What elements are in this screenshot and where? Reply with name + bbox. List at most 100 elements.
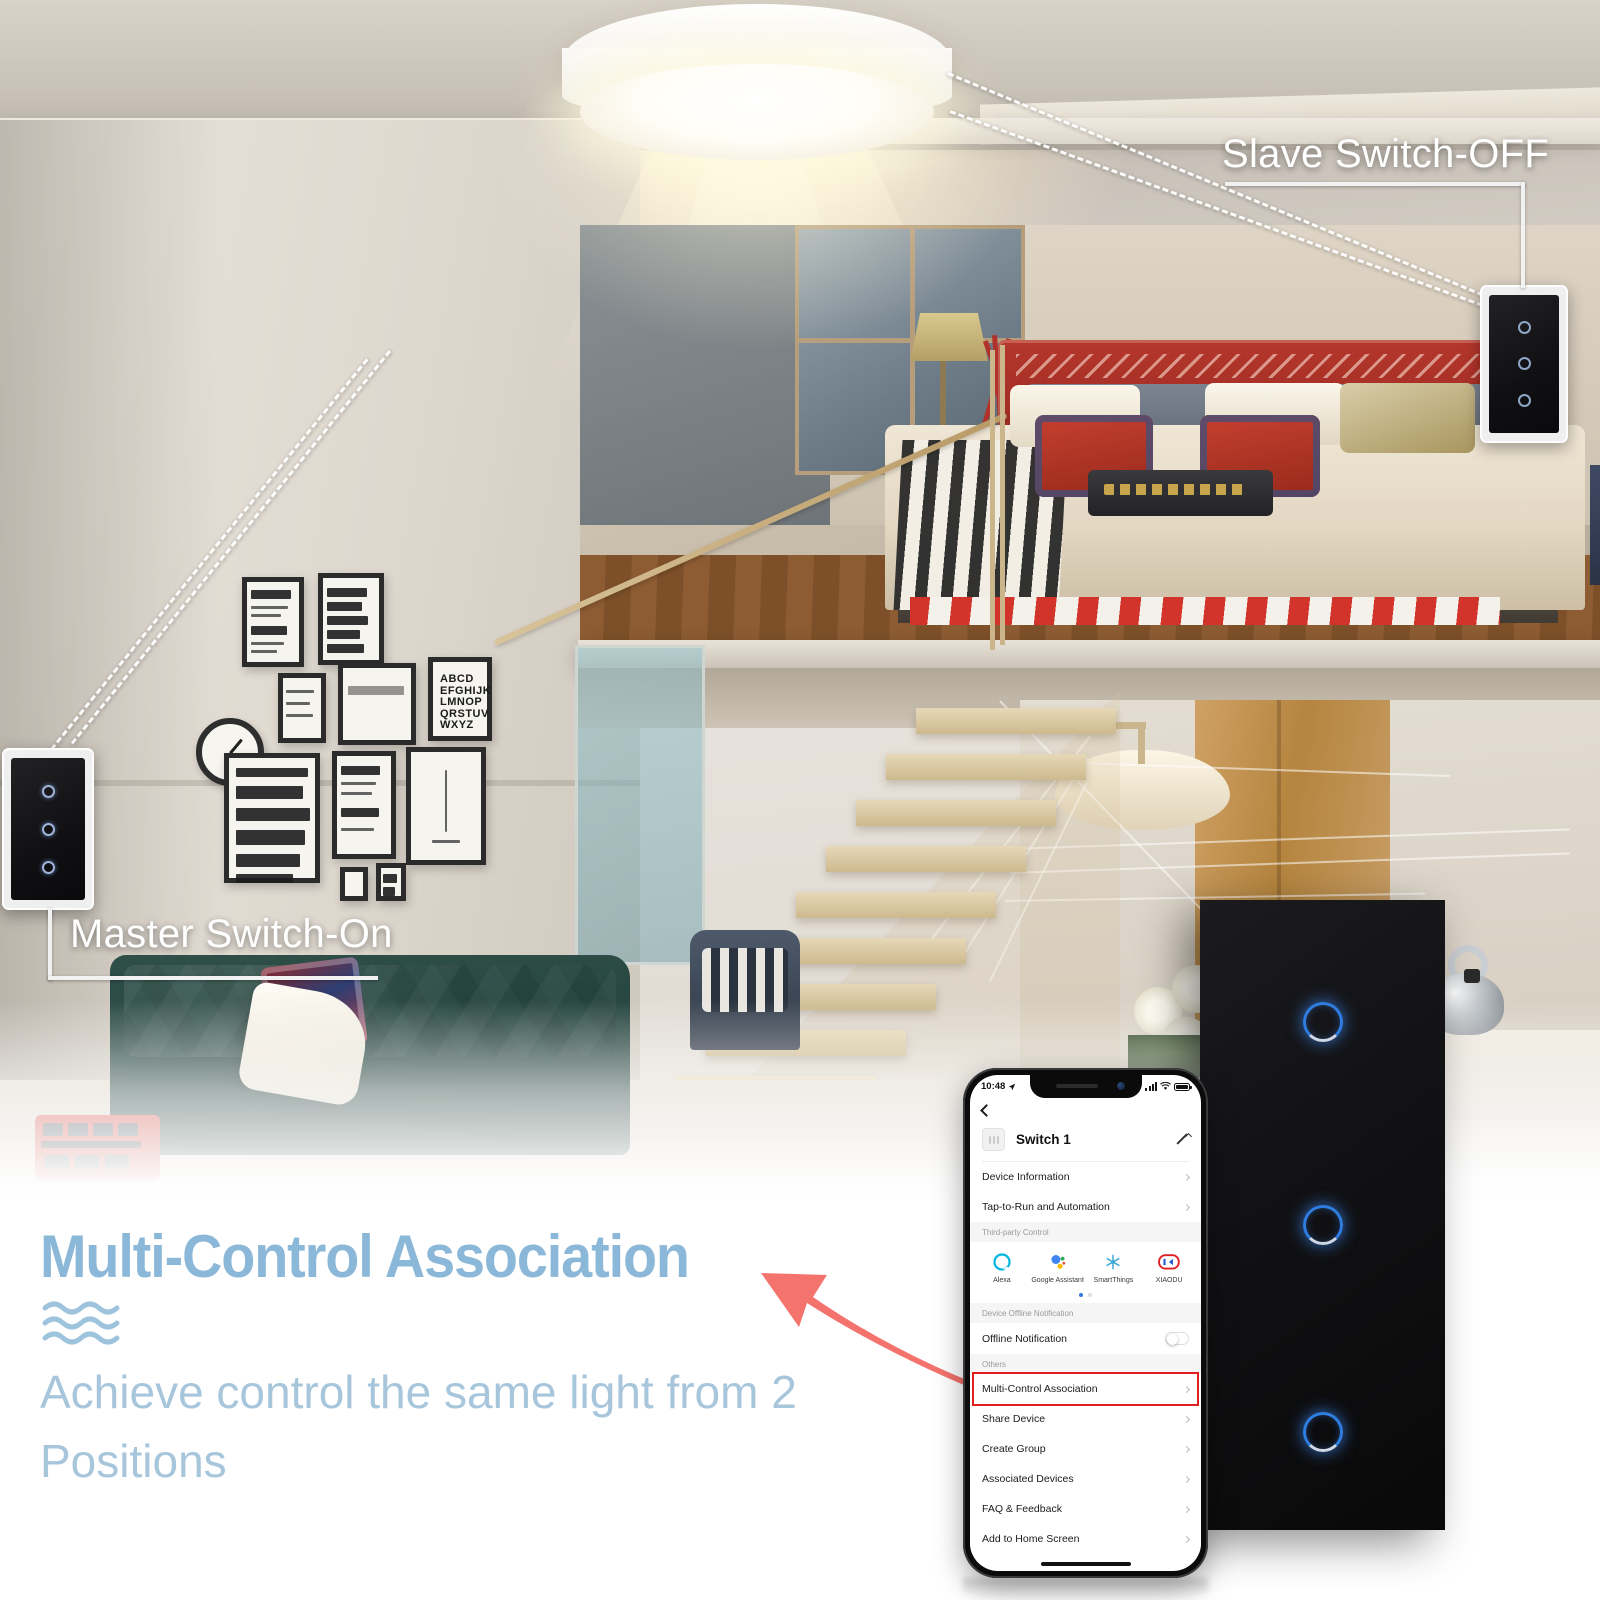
back-chevron-icon[interactable] bbox=[980, 1104, 993, 1117]
poster-frame bbox=[332, 751, 396, 859]
chevron-right-icon bbox=[1182, 1445, 1191, 1453]
row-offline-notification[interactable]: Offline Notification bbox=[970, 1323, 1201, 1355]
carousel-dot-active[interactable] bbox=[1079, 1293, 1083, 1298]
status-time: 10:48 bbox=[981, 1081, 1006, 1092]
third-party-google-assistant[interactable]: Google Assistant bbox=[1030, 1251, 1086, 1285]
cellular-bars-icon bbox=[1145, 1082, 1157, 1091]
nightstand bbox=[1590, 465, 1600, 585]
master-wall-switch[interactable] bbox=[2, 748, 94, 910]
stair-step bbox=[886, 754, 1086, 780]
master-leader-horizontal bbox=[48, 976, 378, 980]
third-party-alexa[interactable]: Alexa bbox=[974, 1251, 1030, 1285]
carousel-dots[interactable] bbox=[970, 1289, 1201, 1304]
stair-step bbox=[796, 892, 996, 918]
section-others: Others bbox=[970, 1354, 1201, 1375]
section-offline-notification: Device Offline Notification bbox=[970, 1303, 1201, 1324]
bedside-lamp-stand bbox=[940, 361, 946, 431]
device-header: Switch 1 bbox=[970, 1123, 1201, 1161]
switch-indicator-1-icon bbox=[41, 784, 55, 798]
row-tap-to-run[interactable]: Tap-to-Run and Automation bbox=[970, 1192, 1201, 1222]
chevron-right-icon bbox=[1182, 1505, 1191, 1513]
poster-frame bbox=[340, 867, 368, 901]
chevron-right-icon bbox=[1182, 1475, 1191, 1483]
section-third-party: Third-party Control bbox=[970, 1222, 1201, 1242]
switch-indicator-2-icon bbox=[1517, 357, 1531, 371]
row-label: Offline Notification bbox=[982, 1332, 1068, 1345]
home-indicator[interactable] bbox=[1040, 1562, 1131, 1566]
row-associated-devices[interactable]: Associated Devices bbox=[970, 1464, 1201, 1495]
wifi-icon bbox=[1160, 1082, 1171, 1090]
slave-leader-horizontal bbox=[1225, 182, 1525, 186]
switch-device-icon bbox=[982, 1128, 1005, 1151]
row-share-device[interactable]: Share Device bbox=[970, 1404, 1201, 1435]
row-multi-control-association[interactable]: Multi-Control Association bbox=[970, 1372, 1201, 1407]
patterned-pillow bbox=[1340, 383, 1475, 453]
row-label: Add to Home Screen bbox=[982, 1533, 1080, 1546]
stair-step bbox=[916, 708, 1116, 734]
chevron-right-icon bbox=[1182, 1535, 1191, 1543]
glass-door bbox=[575, 645, 705, 965]
master-switch-callout: Master Switch-On bbox=[70, 912, 393, 956]
rail-post bbox=[1000, 345, 1005, 645]
row-faq-feedback[interactable]: FAQ & Feedback bbox=[970, 1494, 1201, 1525]
alphabet-poster-frame: ABCD EFGHIJK LMNOP QRSTUV WXYZ bbox=[428, 657, 492, 741]
poster-frame bbox=[406, 747, 486, 865]
slave-switch-callout: Slave Switch-OFF bbox=[1222, 132, 1550, 176]
third-party-label: Alexa bbox=[993, 1277, 1011, 1284]
phone-reflection bbox=[963, 1578, 1208, 1600]
liberty-lumbar-pillow bbox=[1088, 470, 1273, 516]
poster-frame bbox=[242, 577, 304, 667]
pencil-edit-icon[interactable] bbox=[1176, 1133, 1189, 1146]
kettle-knob bbox=[1464, 969, 1480, 983]
foreground-touch-panel[interactable] bbox=[1200, 900, 1445, 1530]
chevron-right-icon bbox=[1182, 1415, 1191, 1423]
third-party-grid: Alexa Google Assistant SmartThings XIAOD… bbox=[970, 1242, 1201, 1290]
poster-frame bbox=[318, 573, 384, 665]
stair-step bbox=[826, 846, 1026, 872]
smartthings-icon bbox=[1102, 1251, 1124, 1273]
row-label: Associated Devices bbox=[982, 1473, 1074, 1486]
row-label: Share Device bbox=[982, 1413, 1046, 1426]
ceiling-lamp bbox=[562, 4, 952, 164]
slave-leader-vertical bbox=[1521, 182, 1525, 288]
row-device-information[interactable]: Device Information bbox=[970, 1162, 1201, 1192]
smartphone-mockup: 10:48 Switch 1 Device Information Tap-to… bbox=[963, 1068, 1208, 1578]
nav-bar bbox=[970, 1098, 1201, 1123]
row-label: Device Information bbox=[982, 1171, 1070, 1183]
offline-notification-toggle[interactable] bbox=[1165, 1332, 1189, 1346]
slave-wall-switch[interactable] bbox=[1480, 285, 1568, 443]
master-leader-vertical bbox=[48, 908, 52, 980]
rail-post bbox=[990, 350, 995, 650]
location-arrow-icon bbox=[1009, 1083, 1016, 1090]
gallery-wall: ABCD EFGHIJK LMNOP QRSTUV WXYZ bbox=[180, 555, 510, 905]
touch-indicator-3-icon[interactable] bbox=[1302, 1412, 1343, 1452]
phone-screen: 10:48 Switch 1 Device Information Tap-to… bbox=[970, 1075, 1201, 1571]
switch-indicator-3-icon bbox=[41, 860, 55, 874]
poster-frame bbox=[278, 673, 326, 743]
stair-step bbox=[856, 800, 1056, 826]
device-name: Switch 1 bbox=[1016, 1132, 1071, 1147]
lamp-diffuser bbox=[580, 64, 934, 160]
battery-full-icon bbox=[1174, 1082, 1192, 1091]
third-party-label: XIAODU bbox=[1155, 1277, 1183, 1284]
third-party-xiaodu[interactable]: XIAODU bbox=[1141, 1251, 1197, 1285]
chevron-right-icon bbox=[1182, 1203, 1191, 1211]
third-party-smartthings[interactable]: SmartThings bbox=[1086, 1251, 1142, 1285]
xiaodu-icon bbox=[1158, 1251, 1180, 1273]
touch-indicator-1-icon[interactable] bbox=[1302, 1002, 1343, 1042]
third-party-label: Google Assistant bbox=[1031, 1277, 1084, 1284]
row-label: Create Group bbox=[982, 1443, 1046, 1456]
row-label: Tap-to-Run and Automation bbox=[982, 1201, 1110, 1213]
row-add-to-home-screen[interactable]: Add to Home Screen bbox=[970, 1524, 1201, 1555]
touch-indicator-2-icon[interactable] bbox=[1302, 1205, 1343, 1245]
faucet bbox=[1116, 722, 1146, 764]
row-create-group[interactable]: Create Group bbox=[970, 1434, 1201, 1465]
typography-poster-frame bbox=[224, 753, 320, 883]
switch-indicator-1-icon bbox=[1517, 320, 1531, 334]
switch-indicator-2-icon bbox=[41, 822, 55, 836]
carousel-dot[interactable] bbox=[1088, 1293, 1092, 1298]
poster-frame bbox=[338, 663, 416, 745]
status-bar: 10:48 bbox=[970, 1075, 1201, 1098]
switch-indicator-3-icon bbox=[1517, 394, 1531, 408]
master-switch-glass bbox=[11, 758, 85, 900]
